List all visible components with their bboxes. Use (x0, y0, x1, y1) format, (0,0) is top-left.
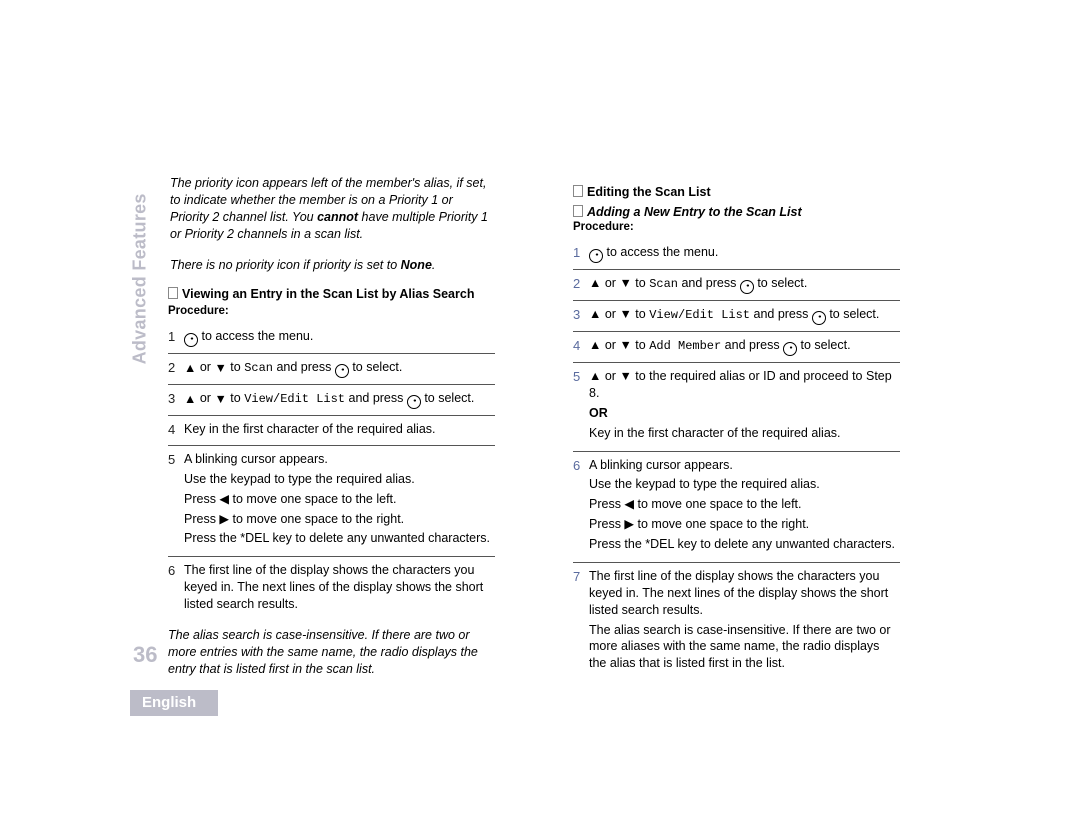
ok-icon (783, 342, 797, 356)
down-icon: ▼ (619, 277, 631, 290)
ok-icon (740, 280, 754, 294)
section-heading: Editing the Scan List (573, 185, 900, 199)
step-2: 2 ▲ or ▼ to Scan and press to select. (573, 269, 900, 300)
intro-paragraph-2: There is no priority icon if priority is… (170, 257, 495, 274)
language-badge: English (130, 690, 218, 716)
page-content: The priority icon appears left of the me… (130, 175, 930, 681)
up-icon: ▲ (589, 370, 601, 383)
procedure-steps: 1 to access the menu. 2 ▲ or ▼ to Scan a… (573, 239, 900, 681)
procedure-label: Procedure: (168, 305, 495, 317)
down-icon: ▼ (619, 370, 631, 383)
bullet-icon (168, 287, 178, 299)
ok-icon (335, 364, 349, 378)
step-1: 1 to access the menu. (573, 239, 900, 269)
subsection-heading: Adding a New Entry to the Scan List (573, 205, 900, 219)
step-6: 6 The first line of the display shows th… (168, 556, 495, 619)
procedure-steps: 1 to access the menu. 2 ▲ or ▼ to Scan a… (168, 323, 495, 619)
step-4: 4 Key in the first character of the requ… (168, 415, 495, 445)
left-column: The priority icon appears left of the me… (130, 175, 495, 681)
up-icon: ▲ (184, 362, 196, 375)
down-icon: ▼ (214, 393, 226, 406)
ok-icon (812, 311, 826, 325)
up-icon: ▲ (589, 339, 601, 352)
step-7: 7 The first line of the display shows th… (573, 562, 900, 681)
ok-icon (589, 249, 603, 263)
up-icon: ▲ (589, 277, 601, 290)
step-4: 4 ▲ or ▼ to Add Member and press to sele… (573, 331, 900, 362)
step-5: 5 ▲ or ▼ to the required alias or ID and… (573, 362, 900, 451)
step-3: 3 ▲ or ▼ to View/Edit List and press to … (168, 384, 495, 415)
step-5: 5 A blinking cursor appears. Use the key… (168, 445, 495, 556)
step-2: 2 ▲ or ▼ to Scan and press to select. (168, 353, 495, 384)
bullet-icon (573, 205, 583, 217)
step-3: 3 ▲ or ▼ to View/Edit List and press to … (573, 300, 900, 331)
up-icon: ▲ (184, 393, 196, 406)
ok-icon (184, 333, 198, 347)
down-icon: ▼ (619, 308, 631, 321)
step-1: 1 to access the menu. (168, 323, 495, 353)
down-icon: ▼ (214, 362, 226, 375)
bullet-icon (573, 185, 583, 197)
section-heading: Viewing an Entry in the Scan List by Ali… (168, 287, 495, 301)
footnote: The alias search is case-insensitive. If… (168, 627, 495, 678)
procedure-label: Procedure: (573, 221, 900, 233)
step-6: 6 A blinking cursor appears. Use the key… (573, 451, 900, 562)
right-column: Editing the Scan List Adding a New Entry… (535, 175, 900, 681)
down-icon: ▼ (619, 339, 631, 352)
up-icon: ▲ (589, 308, 601, 321)
intro-paragraph-1: The priority icon appears left of the me… (170, 175, 495, 243)
ok-icon (407, 395, 421, 409)
